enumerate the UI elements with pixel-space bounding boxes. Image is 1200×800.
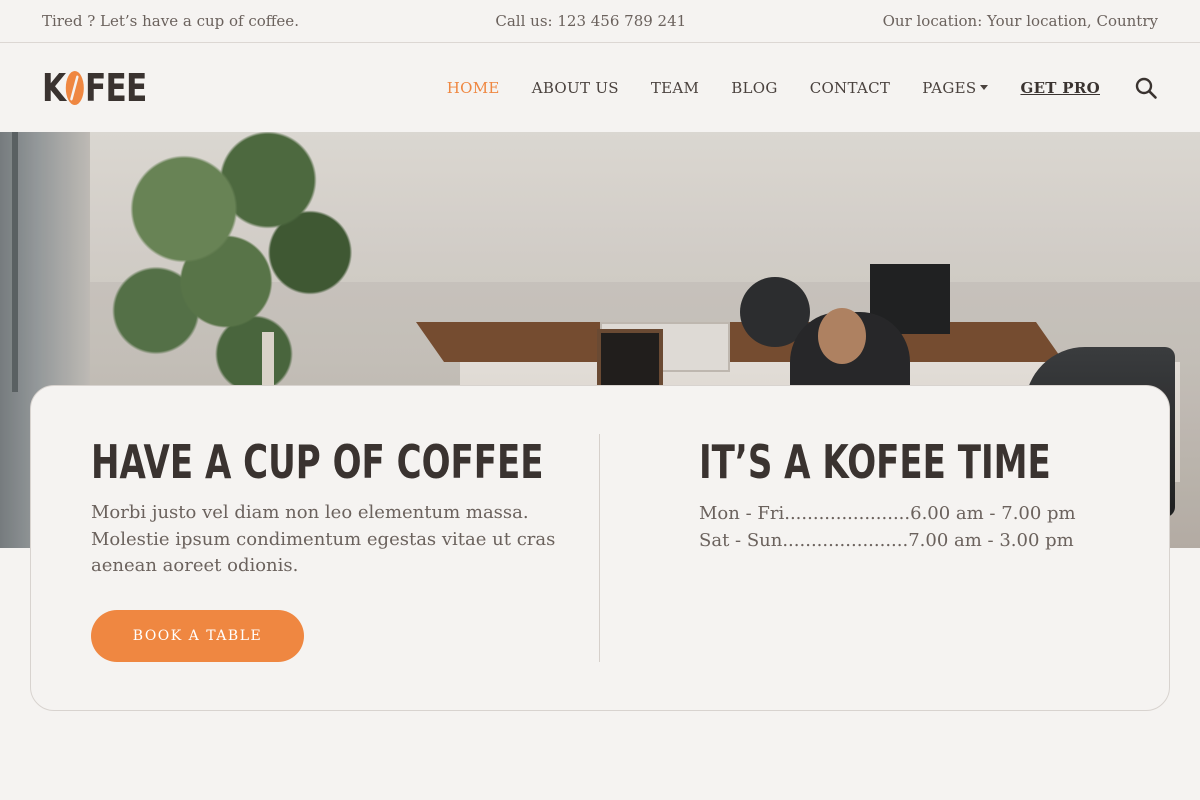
- top-info-bar: Tired ? Let’s have a cup of coffee. Call…: [0, 0, 1200, 43]
- opening-hours-list: Mon - Fri......................6.00 am -…: [699, 500, 1129, 554]
- nav-item-blog[interactable]: BLOG: [731, 79, 777, 97]
- hours-row-weekdays: Mon - Fri......................6.00 am -…: [699, 503, 1076, 524]
- coffee-description: Morbi justo vel diam non leo elementum m…: [91, 502, 556, 576]
- nav-item-about-us[interactable]: ABOUT US: [532, 79, 619, 97]
- site-header: K FEE HOME ABOUT US TEAM BLOG CONTACT PA…: [0, 43, 1200, 132]
- nav-item-contact[interactable]: CONTACT: [810, 79, 891, 97]
- book-table-button[interactable]: BOOK A TABLE: [91, 610, 304, 662]
- coffee-heading: HAVE A CUP OF COFFEE: [91, 435, 544, 489]
- caret-down-icon: [980, 85, 989, 90]
- opening-hours-column: IT’S A KOFEE TIME Mon - Fri.............…: [699, 438, 1129, 554]
- info-card: HAVE A CUP OF COFFEE Morbi justo vel dia…: [30, 385, 1170, 711]
- nav-item-pages-label: PAGES: [922, 78, 977, 97]
- location-text: Our location: Your location, Country: [882, 12, 1158, 30]
- tagline-text: Tired ? Let’s have a cup of coffee.: [42, 12, 299, 30]
- logo-letter-k: K: [42, 65, 66, 110]
- column-divider: [599, 434, 600, 662]
- nav-item-home[interactable]: HOME: [447, 79, 500, 97]
- hours-heading: IT’S A KOFEE TIME: [699, 435, 1051, 489]
- coffee-bean-icon: [66, 70, 85, 105]
- coffee-intro-column: HAVE A CUP OF COFFEE Morbi justo vel dia…: [91, 438, 561, 580]
- search-icon[interactable]: [1134, 76, 1158, 100]
- phone-text[interactable]: Call us: 123 456 789 241: [495, 12, 686, 30]
- site-logo[interactable]: K FEE: [42, 65, 147, 110]
- main-nav: HOME ABOUT US TEAM BLOG CONTACT PAGES GE…: [447, 79, 1100, 97]
- nav-item-pages[interactable]: PAGES: [922, 78, 989, 97]
- hours-row-weekend: Sat - Sun......................7.00 am -…: [699, 530, 1074, 551]
- nav-item-get-pro[interactable]: GET PRO: [1020, 79, 1100, 97]
- nav-item-team[interactable]: TEAM: [651, 79, 699, 97]
- logo-letters-fee: FEE: [85, 65, 147, 110]
